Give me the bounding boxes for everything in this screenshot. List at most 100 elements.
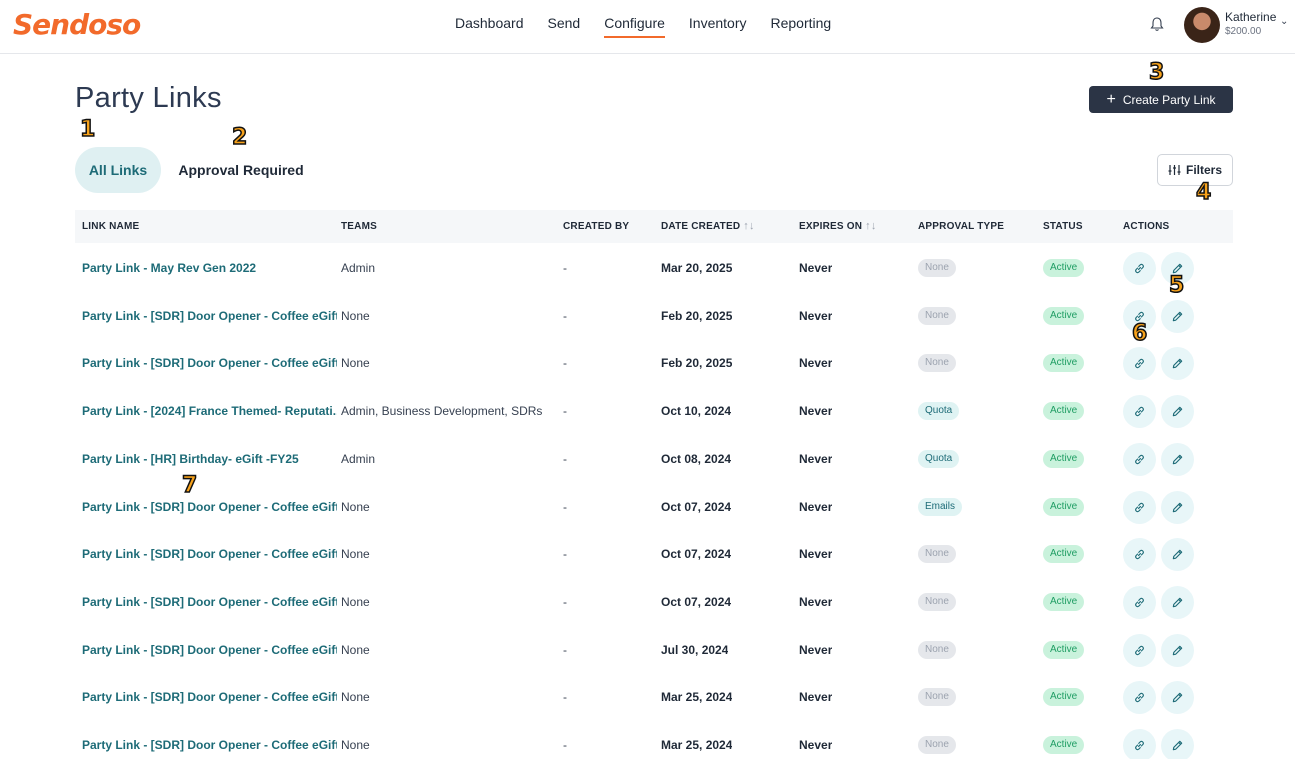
table-row: Party Link - [SDR] Door Opener - Coffee … bbox=[75, 721, 1233, 759]
created-by: - bbox=[563, 547, 567, 562]
link-icon bbox=[1133, 357, 1146, 370]
table-row: Party Link - [SDR] Door Opener - Coffee … bbox=[75, 673, 1233, 721]
approval-type-badge: None bbox=[918, 688, 956, 707]
col-actions: ACTIONS bbox=[1123, 221, 1170, 232]
nav-configure[interactable]: Configure bbox=[604, 0, 665, 54]
teams: None bbox=[341, 594, 370, 609]
link-name[interactable]: Party Link - [SDR] Door Opener - Coffee … bbox=[82, 339, 337, 387]
copy-link-button[interactable] bbox=[1123, 490, 1156, 524]
date-created: Oct 08, 2024 bbox=[661, 451, 732, 466]
copy-link-button[interactable] bbox=[1123, 729, 1156, 759]
edit-button[interactable] bbox=[1161, 681, 1194, 715]
marker-5: 5 bbox=[1168, 272, 1185, 299]
col-expires-on[interactable]: EXPIRES ON ↑↓ bbox=[799, 210, 877, 243]
sort-icon[interactable]: ↑↓ bbox=[743, 220, 754, 232]
date-created: Oct 07, 2024 bbox=[661, 547, 732, 562]
col-approval-type: APPROVAL TYPE bbox=[918, 221, 1005, 232]
pencil-icon bbox=[1171, 548, 1184, 561]
status-badge: Active bbox=[1043, 306, 1085, 325]
col-created-by: CREATED BY bbox=[563, 221, 630, 232]
filters-button[interactable]: Filters bbox=[1157, 154, 1233, 186]
table-row: Party Link - [2024] France Themed- Reput… bbox=[75, 387, 1233, 435]
link-icon bbox=[1133, 691, 1146, 704]
nav-inventory[interactable]: Inventory bbox=[689, 0, 747, 54]
teams: Admin bbox=[341, 261, 376, 275]
link-name[interactable]: Party Link - [SDR] Door Opener - Coffee … bbox=[82, 578, 337, 626]
created-by: - bbox=[563, 451, 567, 466]
sendoso-logo[interactable]: Sendoso bbox=[13, 8, 141, 41]
col-date-created[interactable]: DATE CREATED ↑↓ bbox=[661, 210, 755, 243]
edit-button[interactable] bbox=[1161, 442, 1194, 476]
copy-link-button[interactable] bbox=[1123, 633, 1156, 667]
link-name[interactable]: Party Link - [SDR] Door Opener - Coffee … bbox=[82, 626, 337, 674]
tab-all-links[interactable]: All Links bbox=[75, 147, 161, 193]
date-created: Feb 20, 2025 bbox=[661, 308, 733, 323]
link-icon bbox=[1133, 262, 1146, 275]
edit-button[interactable] bbox=[1161, 729, 1194, 759]
edit-button[interactable] bbox=[1161, 395, 1194, 429]
teams: Admin, Business Development, SDRs bbox=[341, 404, 543, 419]
edit-button[interactable] bbox=[1161, 490, 1194, 524]
copy-link-button[interactable] bbox=[1123, 538, 1156, 572]
teams: None bbox=[341, 738, 370, 752]
expires-on: Never bbox=[799, 308, 833, 323]
create-party-link-button[interactable]: + Create Party Link bbox=[1089, 86, 1233, 113]
col-expires-on-label: EXPIRES ON bbox=[799, 221, 863, 232]
link-icon bbox=[1133, 739, 1146, 752]
created-by: - bbox=[563, 261, 567, 275]
tab-approval-required[interactable]: Approval Required bbox=[176, 147, 306, 193]
status-badge: Active bbox=[1043, 402, 1085, 421]
pencil-icon bbox=[1171, 405, 1184, 418]
link-name[interactable]: Party Link - [SDR] Door Opener - Coffee … bbox=[82, 483, 337, 531]
expires-on: Never bbox=[799, 451, 833, 466]
edit-button[interactable] bbox=[1161, 347, 1194, 381]
link-icon bbox=[1133, 501, 1146, 514]
sort-icon[interactable]: ↑↓ bbox=[865, 220, 876, 232]
created-by: - bbox=[563, 308, 567, 323]
nav-send[interactable]: Send bbox=[548, 0, 581, 54]
date-created: Oct 07, 2024 bbox=[661, 499, 732, 514]
expires-on: Never bbox=[799, 547, 833, 562]
copy-link-button[interactable] bbox=[1123, 395, 1156, 429]
copy-link-button[interactable] bbox=[1123, 442, 1156, 476]
date-created: Oct 10, 2024 bbox=[661, 404, 732, 419]
link-name[interactable]: Party Link - [SDR] Door Opener - Coffee … bbox=[82, 673, 337, 721]
link-name[interactable]: Party Link - May Rev Gen 2022 bbox=[82, 244, 337, 292]
approval-type-badge: None bbox=[918, 592, 956, 611]
copy-link-button[interactable] bbox=[1123, 347, 1156, 381]
chevron-down-icon[interactable]: ⌄ bbox=[1280, 16, 1288, 27]
edit-button[interactable] bbox=[1161, 633, 1194, 667]
avatar[interactable] bbox=[1184, 7, 1220, 43]
link-name[interactable]: Party Link - [SDR] Door Opener - Coffee … bbox=[82, 530, 337, 578]
col-teams: TEAMS bbox=[341, 221, 377, 232]
copy-link-button[interactable] bbox=[1123, 252, 1156, 285]
link-name[interactable]: Party Link - [HR] Birthday- eGift -FY25 bbox=[82, 435, 337, 483]
created-by: - bbox=[563, 404, 567, 419]
copy-link-button[interactable] bbox=[1123, 585, 1156, 619]
plus-icon: + bbox=[1106, 90, 1116, 108]
created-by: - bbox=[563, 356, 567, 371]
edit-button[interactable] bbox=[1161, 299, 1194, 333]
col-date-created-label: DATE CREATED bbox=[661, 221, 741, 232]
status-badge: Active bbox=[1043, 545, 1085, 564]
date-created: Mar 25, 2024 bbox=[661, 690, 733, 705]
link-name[interactable]: Party Link - [SDR] Door Opener - Coffee … bbox=[82, 292, 337, 340]
nav-reporting[interactable]: Reporting bbox=[771, 0, 832, 54]
link-name[interactable]: Party Link - [SDR] Door Opener - Coffee … bbox=[82, 721, 337, 759]
copy-link-button[interactable] bbox=[1123, 681, 1156, 715]
user-name[interactable]: Katherine bbox=[1225, 10, 1276, 24]
expires-on: Never bbox=[799, 499, 833, 514]
teams: Admin bbox=[341, 451, 376, 466]
bell-icon[interactable] bbox=[1150, 16, 1164, 32]
nav-dashboard[interactable]: Dashboard bbox=[455, 0, 524, 54]
create-party-link-label: Create Party Link bbox=[1122, 92, 1216, 107]
approval-type-badge: None bbox=[918, 354, 956, 373]
page-title: Party Links bbox=[75, 82, 222, 114]
edit-button[interactable] bbox=[1161, 585, 1194, 619]
table-row: Party Link - [SDR] Door Opener - Coffee … bbox=[75, 339, 1233, 387]
teams: None bbox=[341, 308, 370, 323]
edit-button[interactable] bbox=[1161, 538, 1194, 572]
teams: None bbox=[341, 690, 370, 705]
pencil-icon bbox=[1171, 644, 1184, 657]
link-name[interactable]: Party Link - [2024] France Themed- Reput… bbox=[82, 387, 337, 435]
